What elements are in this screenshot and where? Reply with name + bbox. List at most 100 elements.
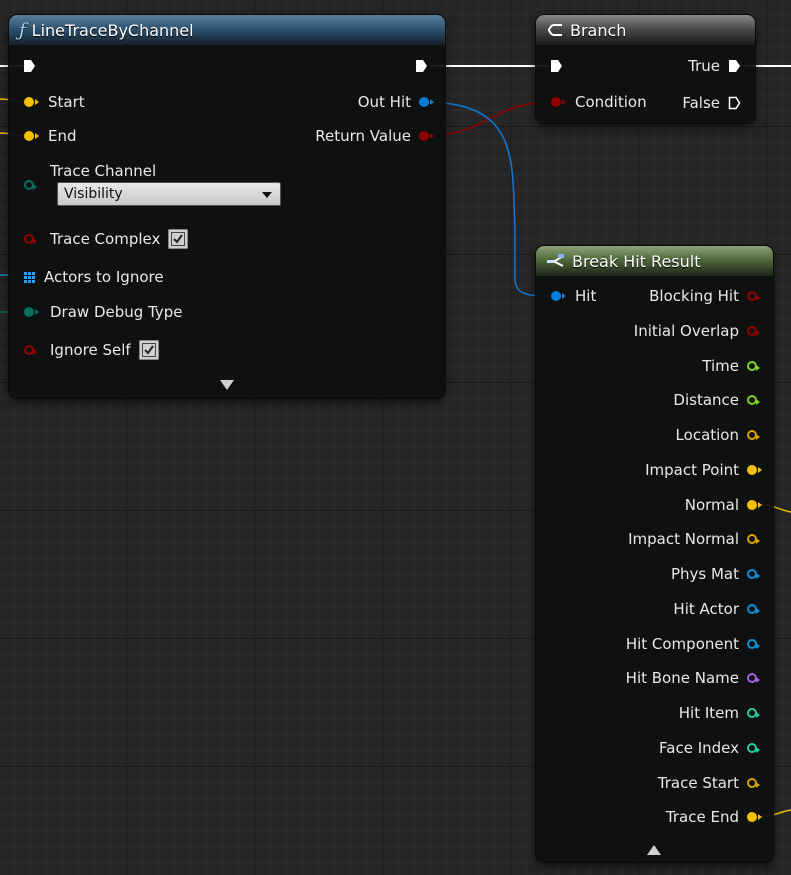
- hit-output-pin-row[interactable]: Face Index: [659, 735, 760, 761]
- hit-output-label: Impact Point: [645, 460, 739, 479]
- branch-exec-in-pin-row[interactable]: [550, 53, 563, 79]
- exec-in-pin-icon[interactable]: [23, 59, 36, 73]
- hit-output-pin-row[interactable]: Phys Mat: [670, 561, 760, 587]
- hit-output-pin-row[interactable]: Time: [702, 353, 760, 379]
- draw-debug-type-pin[interactable]: [24, 307, 39, 317]
- array-pin-icon[interactable]: [24, 271, 35, 283]
- end-pin-row[interactable]: End: [24, 123, 77, 149]
- actors-to-ignore-label: Actors to Ignore: [44, 268, 164, 286]
- trace-channel-pin-row[interactable]: [24, 172, 37, 198]
- exec-true-pin-icon[interactable]: [728, 59, 741, 73]
- hit-output-label: Location: [675, 426, 739, 444]
- trace-channel-value: Visibility: [64, 186, 123, 202]
- hit-input-pin-row[interactable]: Hit: [551, 283, 596, 309]
- hit-output-label: Normal: [684, 495, 739, 514]
- exec-false-pin-icon[interactable]: [728, 96, 741, 110]
- hit-output-pin-row[interactable]: Initial Overlap: [633, 318, 760, 344]
- chevron-down-icon: [262, 192, 272, 198]
- hit-output-pin-row[interactable]: Impact Normal: [628, 526, 760, 552]
- start-pin-row[interactable]: Start: [24, 89, 85, 115]
- ignore-self-pin-row[interactable]: Ignore Self: [24, 337, 159, 363]
- checkmark-icon: [141, 343, 156, 357]
- out-hit-pin[interactable]: [419, 97, 434, 107]
- hit-output-pin[interactable]: [747, 430, 760, 440]
- hit-output-pin[interactable]: [747, 603, 760, 614]
- line-trace-title: LineTraceByChannel: [31, 20, 194, 40]
- hit-output-pin[interactable]: [747, 499, 762, 510]
- out-hit-label: Out Hit: [357, 93, 411, 111]
- draw-debug-type-label: Draw Debug Type: [50, 303, 183, 321]
- end-pin[interactable]: [24, 131, 39, 141]
- hit-output-pin-row[interactable]: Hit Component: [626, 631, 760, 657]
- ignore-self-pin[interactable]: [24, 345, 37, 355]
- hit-output-pin[interactable]: [747, 325, 760, 336]
- out-hit-pin-row[interactable]: Out Hit: [357, 89, 434, 115]
- actors-to-ignore-pin-row[interactable]: Actors to Ignore: [24, 264, 164, 290]
- trace-channel-dropdown[interactable]: Visibility: [57, 182, 281, 206]
- hit-output-label: Initial Overlap: [633, 321, 739, 340]
- hit-output-pin[interactable]: [747, 464, 762, 475]
- hit-input-label: Hit: [575, 287, 597, 305]
- draw-debug-type-pin-row[interactable]: Draw Debug Type: [24, 299, 183, 325]
- hit-output-pin[interactable]: [747, 638, 760, 649]
- branch-node[interactable]: Branch True Condition False: [536, 15, 755, 123]
- hit-output-pin-row[interactable]: Blocking Hit: [649, 283, 760, 309]
- hit-output-label: Distance: [673, 391, 739, 410]
- break-hit-result-node[interactable]: Break Hit Result Hit Blocking Hit Initial…: [536, 246, 773, 862]
- hit-output-pin[interactable]: [747, 534, 760, 545]
- hit-output-pin[interactable]: [747, 360, 760, 371]
- trace-complex-checkbox[interactable]: [168, 229, 189, 249]
- break-hit-result-title: Break Hit Result: [572, 251, 701, 271]
- branch-false-pin-row[interactable]: False: [682, 90, 741, 116]
- branch-title: Branch: [570, 20, 627, 40]
- checkmark-icon: [171, 232, 186, 246]
- end-label: End: [48, 127, 77, 145]
- hit-output-pin-row[interactable]: Hit Actor: [673, 596, 760, 622]
- hit-output-pin-row[interactable]: Trace Start: [658, 770, 760, 796]
- return-value-pin-row[interactable]: Return Value: [315, 123, 434, 149]
- collapse-up-icon[interactable]: [647, 845, 661, 855]
- return-value-pin[interactable]: [419, 131, 434, 141]
- hit-output-pin-row[interactable]: Trace End: [665, 804, 762, 830]
- line-trace-header[interactable]: ƒ LineTraceByChannel: [9, 15, 445, 45]
- exec-out-pin-icon[interactable]: [415, 59, 428, 73]
- exec-out-pin-row[interactable]: [415, 53, 428, 79]
- hit-output-pin[interactable]: [747, 742, 760, 753]
- hit-output-label: Trace End: [665, 808, 739, 827]
- break-hit-result-header[interactable]: Break Hit Result: [536, 246, 773, 276]
- condition-pin[interactable]: [551, 97, 566, 107]
- ignore-self-checkbox[interactable]: [138, 340, 159, 360]
- hit-output-pin[interactable]: [747, 812, 762, 823]
- hit-output-pin-row[interactable]: Location: [675, 422, 760, 448]
- expand-down-icon[interactable]: [220, 380, 234, 390]
- hit-output-pin[interactable]: [747, 569, 760, 579]
- line-trace-node[interactable]: ƒ LineTraceByChannel Start End Out Hit R…: [9, 15, 445, 398]
- hit-output-pin-row[interactable]: Distance: [673, 387, 760, 413]
- hit-output-pin[interactable]: [747, 708, 760, 718]
- hit-output-pin-row[interactable]: Impact Point: [645, 457, 762, 483]
- exec-in-pin-icon[interactable]: [550, 59, 563, 73]
- hit-output-pin-row[interactable]: Normal: [684, 492, 762, 518]
- condition-pin-row[interactable]: Condition: [551, 89, 647, 115]
- hit-output-pin[interactable]: [747, 395, 760, 406]
- branch-header[interactable]: Branch: [536, 15, 755, 45]
- exec-in-pin-row[interactable]: [23, 53, 36, 79]
- trace-complex-pin-row[interactable]: Trace Complex: [24, 226, 189, 252]
- hit-input-pin[interactable]: [551, 291, 566, 301]
- function-icon: ƒ: [19, 19, 26, 41]
- hit-output-label: Blocking Hit: [649, 287, 739, 305]
- hit-output-pin[interactable]: [747, 291, 760, 301]
- hit-output-label: Hit Item: [678, 704, 739, 722]
- hit-output-label: Hit Bone Name: [625, 669, 739, 688]
- branch-true-pin-row[interactable]: True: [688, 53, 741, 79]
- hit-output-pin-row[interactable]: Hit Item: [678, 700, 760, 726]
- trace-channel-label-row: Trace Channel: [50, 158, 156, 184]
- trace-channel-pin[interactable]: [24, 180, 37, 190]
- hit-output-label: Phys Mat: [670, 565, 739, 583]
- hit-output-label: Face Index: [659, 738, 739, 757]
- hit-output-pin[interactable]: [747, 777, 760, 788]
- start-pin[interactable]: [24, 97, 39, 107]
- trace-complex-pin[interactable]: [24, 234, 37, 244]
- hit-output-pin[interactable]: [747, 673, 760, 684]
- hit-output-pin-row[interactable]: Hit Bone Name: [625, 665, 760, 691]
